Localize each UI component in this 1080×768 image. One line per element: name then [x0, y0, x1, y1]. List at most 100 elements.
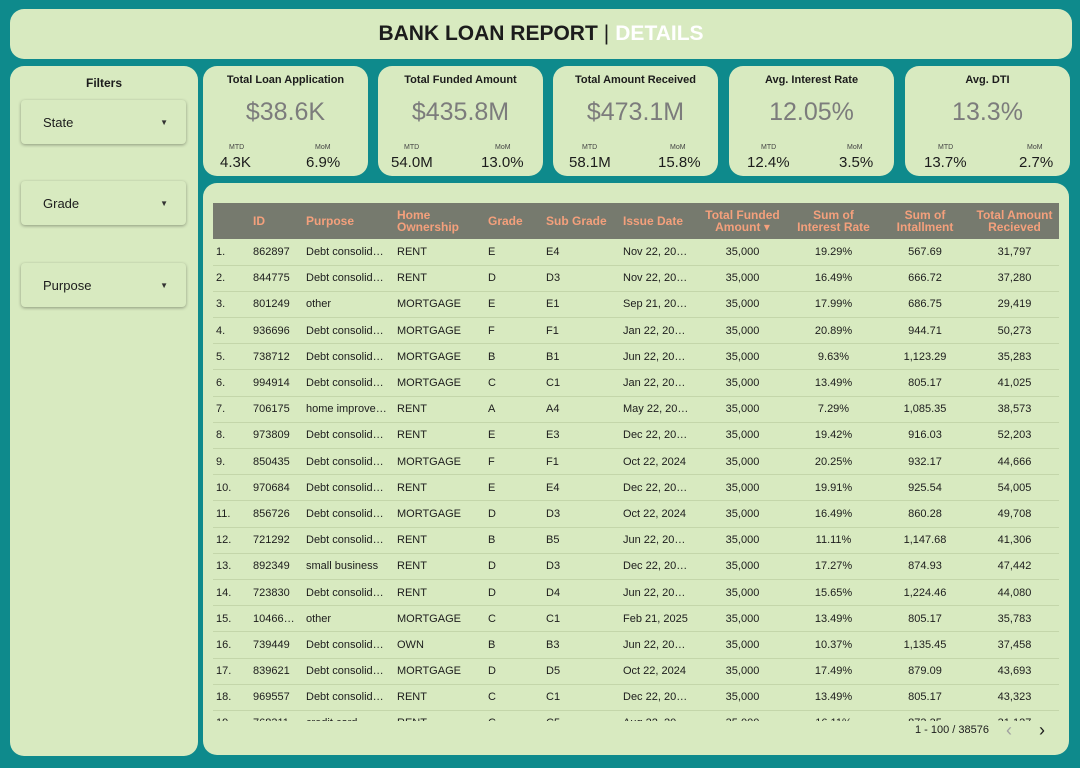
cell-row-number: 3. — [216, 298, 226, 311]
header-issue-date[interactable]: Issue Date — [620, 203, 698, 239]
kpi-card-total-funded-amount: Total Funded Amount $435.8M MTD 54.0M Mo… — [378, 66, 543, 176]
cell-funded-amount: 35,000 — [698, 710, 787, 721]
cell-interest-rate: 19.91% — [814, 481, 853, 494]
cell-grade: E — [488, 481, 496, 494]
cell-purpose: Debt consolid… — [306, 691, 384, 704]
table-row[interactable]: 17. 839621 Debt consolid… MORTGAGE D D5 Oct 22… — [213, 658, 1059, 685]
purpose-filter-dropdown[interactable]: Purpose ▼ — [21, 263, 186, 307]
cell-purpose: small business — [306, 560, 379, 573]
cell-loan-id: 856726 — [253, 507, 290, 520]
cell-purpose: Debt consolid… — [306, 272, 384, 285]
header-id[interactable]: ID — [250, 203, 303, 239]
table-row[interactable]: 2. 844775 Debt consolid… RENT D D3 Nov 22, 20…… — [213, 265, 1059, 292]
kpi-mom-label: MoM — [1027, 144, 1043, 151]
table-row[interactable]: 13. 892349 small business RENT D D3 Dec 22, 20… — [213, 553, 1059, 580]
header-home-ownership[interactable]: Home Ownership — [394, 203, 485, 239]
grade-filter-dropdown[interactable]: Grade ▼ — [21, 181, 186, 225]
kpi-title: Total Loan Application — [226, 74, 345, 86]
kpi-card-avg-dti: Avg. DTI 13.3% MTD 13.7% MoM 2.7% — [905, 66, 1070, 176]
cell-interest-rate: 11.11% — [815, 534, 852, 547]
table-row[interactable]: 14. 723830 Debt consolid… RENT D D4 Jun 22, 20… — [213, 579, 1059, 606]
cell-purpose: Debt consolid… — [306, 455, 384, 468]
report-subtitle: DETAILS — [615, 22, 704, 45]
table-row[interactable]: 19.768311credit cardRENTCC5Aug 22, 20…35… — [213, 710, 1059, 721]
cell-sub-grade: E4 — [546, 481, 560, 494]
cell-interest-rate: 16.11% — [787, 710, 880, 721]
cell-issue-date: Jun 22, 20… — [623, 638, 686, 651]
cell-home-ownership: MORTGAGE — [397, 350, 461, 363]
cell-grade: C — [488, 612, 496, 625]
table-row[interactable]: 10. 970684 Debt consolid… RENT E E4 Dec 22, 20… — [213, 475, 1059, 501]
header-sum-installment[interactable]: Sum of Intallment — [880, 203, 970, 239]
cell-grade: E — [488, 245, 496, 258]
cell-amount-received: 52,203 — [997, 429, 1032, 442]
cell-row-number: 15. — [216, 612, 232, 625]
report-title: BANK LOAN REPORT — [378, 22, 598, 45]
details-table-panel: ID Purpose Home Ownership Grade Sub Grad… — [203, 183, 1069, 755]
cell-funded-amount: 35,000 — [725, 612, 760, 625]
cell-amount-received: 41,306 — [997, 534, 1032, 547]
kpi-card-total-loan-applications: Total Loan Application $38.6K MTD 4.3K M… — [203, 66, 368, 176]
cell-sub-grade: E3 — [546, 429, 560, 442]
cell-purpose: Debt consolid… — [306, 350, 384, 363]
kpi-title: Total Amount Received — [574, 74, 697, 86]
cell-row-number: 11. — [216, 507, 231, 520]
table-scroll-area[interactable]: ID Purpose Home Ownership Grade Sub Grad… — [203, 183, 1069, 721]
cell-row-number: 2. — [216, 272, 226, 285]
cell-loan-id: 892349 — [253, 560, 290, 573]
caret-down-icon: ▼ — [160, 198, 168, 208]
cell-purpose: Debt consolid… — [306, 586, 384, 599]
cell-issue-date: Oct 22, 2024 — [623, 665, 686, 678]
table-row[interactable]: 7. 706175 home improve… RENT A A4 May 22, 20… 3… — [213, 396, 1059, 423]
state-filter-dropdown[interactable]: State ▼ — [21, 100, 186, 144]
cell-loan-id: 723830 — [253, 586, 290, 599]
cell-amount-received: 35,783 — [997, 612, 1032, 625]
cell-loan-id: 706175 — [253, 403, 290, 416]
cell-interest-rate: 9.63% — [817, 350, 850, 363]
table-row[interactable]: 16. 739449 Debt consolid… OWN B B3 Jun 22, 20…… — [213, 632, 1059, 658]
cell-loan-id: 970684 — [253, 481, 290, 494]
cell-home-ownership: MORTGAGE — [397, 665, 461, 678]
cell-row-number: 10. — [216, 481, 232, 494]
cell-amount-received: 54,005 — [997, 481, 1032, 494]
kpi-mom-value: 3.5% — [839, 154, 874, 171]
header-sub-grade[interactable]: Sub Grade — [543, 203, 620, 239]
header-sum-interest-rate[interactable]: Sum of Interest Rate — [787, 203, 880, 239]
header-purpose[interactable]: Purpose — [303, 203, 394, 239]
cell-sub-grade: C5 — [543, 710, 620, 721]
cell-sub-grade: F1 — [546, 324, 559, 337]
table-row[interactable]: 5. 738712 Debt consolid… MORTGAGE B B1 Jun 22,… — [213, 344, 1059, 370]
table-row[interactable]: 9. 850435 Debt consolid… MORTGAGE F F1 Oct 22,… — [213, 449, 1059, 475]
cell-issue-date: Dec 22, 20… — [623, 481, 688, 494]
cell-purpose: Debt consolid… — [306, 534, 384, 547]
table-row[interactable]: 4. 936696 Debt consolid… MORTGAGE F F1 Jan 22,… — [213, 318, 1059, 344]
cell-issue-date: Nov 22, 20… — [623, 272, 688, 285]
cell-grade: F — [488, 324, 495, 337]
kpi-mtd-value: 4.3K — [220, 154, 251, 171]
kpi-title: Avg. DTI — [965, 74, 1010, 86]
table-row[interactable]: 15. 10466… other MORTGAGE C C1 Feb 21, 2025 35,… — [213, 606, 1059, 632]
cell-purpose: other — [306, 612, 332, 625]
header-total-amount-received[interactable]: Total Amount Recieved — [970, 203, 1059, 239]
header-total-funded-amount[interactable]: Total Funded Amount ▾ — [698, 203, 787, 239]
cell-amount-received: 50,273 — [997, 324, 1032, 337]
cell-funded-amount: 35,000 — [725, 298, 760, 311]
cell-issue-date: May 22, 20… — [623, 403, 689, 416]
cell-loan-id: 994914 — [253, 377, 290, 390]
table-row[interactable]: 8. 973809 Debt consolid… RENT E E3 Dec 22, 20…… — [213, 422, 1059, 449]
cell-interest-rate: 10.37% — [814, 638, 853, 651]
kpi-mtd-label: MTD — [404, 144, 420, 151]
kpi-mtd-value: 13.7% — [924, 154, 967, 171]
next-page-button[interactable]: › — [1039, 720, 1045, 741]
previous-page-button[interactable]: ‹ — [1006, 720, 1012, 741]
table-row[interactable]: 18. 969557 Debt consolid… RENT C C1 Dec 22, 20… — [213, 684, 1059, 711]
table-row[interactable]: 3. 801249 other MORTGAGE E E1 Sep 21, 20… 35,00… — [213, 291, 1059, 318]
cell-loan-id: 721292 — [253, 534, 290, 547]
table-row[interactable]: 6. 994914 Debt consolid… MORTGAGE C C1 Jan 22,… — [213, 370, 1059, 397]
kpi-value: 13.3% — [952, 98, 1023, 126]
table-row[interactable]: 11. 856726 Debt consolid… MORTGAGE D D3 Oct 22… — [213, 501, 1059, 528]
cell-purpose: Debt consolid… — [306, 665, 384, 678]
table-row[interactable]: 12. 721292 Debt consolid… RENT B B5 Jun 22, 20… — [213, 527, 1059, 554]
table-row[interactable]: 1. 862897 Debt consolid… RENT E E4 Nov 22, 20…… — [213, 239, 1059, 266]
header-grade[interactable]: Grade — [485, 203, 543, 239]
